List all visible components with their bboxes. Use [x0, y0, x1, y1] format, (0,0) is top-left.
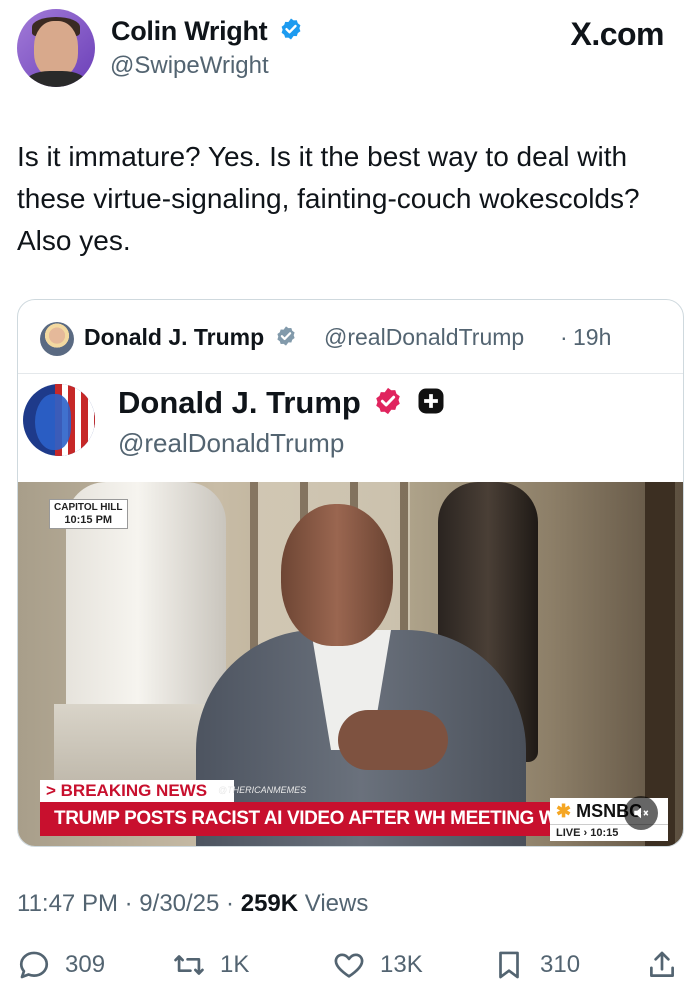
- avatar-shirt: [25, 71, 87, 87]
- author-handle[interactable]: @SwipeWright: [110, 52, 269, 80]
- peacock-icon: ✱: [556, 801, 572, 821]
- embedded-post-handle: @realDonaldTrump: [118, 428, 345, 458]
- embedded-post-avatar: [23, 384, 95, 456]
- mute-icon[interactable]: [624, 796, 658, 830]
- meta-dot: ·: [124, 890, 133, 917]
- embedded-post-name: Donald J. Trump: [118, 385, 361, 420]
- bookmark-count: 310: [540, 951, 581, 978]
- share-icon: [650, 951, 674, 977]
- quoted-post-header: Donald J. Trump @realDonaldTrump · 19h: [18, 300, 683, 375]
- verified-badge-icon: [279, 17, 303, 48]
- reply-count: 309: [65, 951, 106, 978]
- tweet-text: Is it immature? Yes. Is it the best way …: [17, 141, 640, 256]
- frame-edge: [645, 482, 675, 846]
- bookmark-button[interactable]: 310: [492, 948, 580, 982]
- site-label: X.com: [570, 16, 664, 52]
- repost-count: 1K: [220, 951, 250, 978]
- quoted-author-handle[interactable]: @realDonaldTrump: [324, 324, 524, 351]
- speaker-hand: [338, 710, 448, 770]
- location-tag: CAPITOL HILL 10:15 PM: [49, 499, 128, 529]
- quoted-author-name[interactable]: Donald J. Trump: [84, 324, 264, 350]
- like-count: 13K: [380, 951, 423, 978]
- quoted-author-name-row[interactable]: Donald J. Trump: [84, 324, 297, 353]
- action-bar: 309 1K 13K 310: [17, 948, 687, 988]
- post-time[interactable]: 11:47 PM: [17, 890, 118, 917]
- bookmark-icon: [499, 951, 519, 979]
- views-label: Views: [304, 890, 369, 917]
- like-button[interactable]: 13K: [332, 948, 423, 982]
- avatar-face: [34, 21, 78, 77]
- meta-dot: ·: [226, 890, 235, 917]
- reply-icon: [19, 951, 49, 979]
- reply-button[interactable]: 309: [17, 948, 105, 982]
- like-icon: [334, 953, 364, 978]
- divider: [18, 373, 683, 374]
- video-player[interactable]: CAPITOL HILL 10:15 PM > BREAKING NEWS @T…: [18, 482, 683, 846]
- location-tag-place: CAPITOL HILL: [54, 502, 123, 513]
- share-button[interactable]: [645, 948, 693, 982]
- post-date[interactable]: 9/30/25: [139, 890, 219, 917]
- video-watermark: @THERICANMEMES: [218, 785, 307, 795]
- views-count: 259K: [240, 890, 299, 917]
- repost-icon: [174, 955, 204, 975]
- location-tag-time: 10:15 PM: [50, 514, 127, 528]
- quoted-post-card[interactable]: Donald J. Trump @realDonaldTrump · 19h D…: [17, 299, 684, 847]
- quoted-post-separator: ·: [560, 324, 568, 350]
- speaker-head: [281, 504, 393, 646]
- breaking-news-label: > BREAKING NEWS: [40, 780, 234, 802]
- quoted-post-age[interactable]: 19h: [573, 324, 611, 351]
- quoted-author-avatar[interactable]: [40, 322, 74, 356]
- avatar-profile: [35, 394, 71, 450]
- author-name-row[interactable]: Colin Wright: [111, 16, 303, 48]
- news-headline: TRUMP POSTS RACIST AI VIDEO AFTER WH MEE…: [40, 802, 560, 836]
- truth-social-plus-icon: [416, 386, 446, 424]
- embedded-post-name-row: Donald J. Trump: [118, 385, 446, 424]
- author-name[interactable]: Colin Wright: [111, 16, 268, 46]
- post-meta: 11:47 PM · 9/30/25 · 259K Views: [17, 890, 368, 918]
- author-avatar[interactable]: [17, 9, 95, 87]
- verified-badge-icon: [373, 386, 403, 424]
- verified-badge-icon: [275, 325, 297, 353]
- repost-button[interactable]: 1K: [172, 948, 249, 982]
